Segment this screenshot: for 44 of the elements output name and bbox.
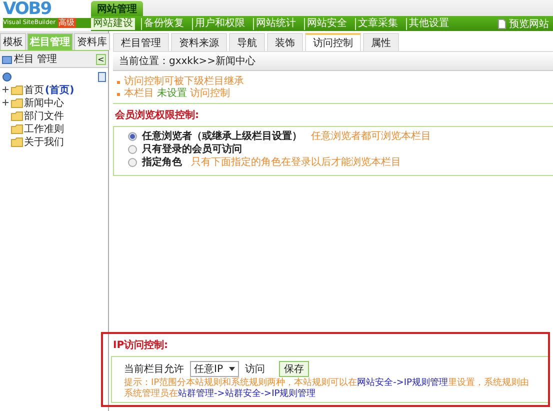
content-tab[interactable]: 资料来源 bbox=[171, 33, 227, 51]
note-text: 本栏目 未设置 访问控制 bbox=[124, 88, 231, 100]
option-label: 只有登录的会员可访问 bbox=[142, 143, 242, 156]
radio-button[interactable] bbox=[128, 145, 137, 154]
content-tab[interactable]: 属性 bbox=[363, 33, 399, 51]
content-tab[interactable]: 访问控制 bbox=[305, 33, 361, 51]
option-label: 任意浏览者（或继承上级栏目设置） bbox=[142, 130, 302, 143]
main-tab[interactable]: 网站管理 bbox=[91, 1, 143, 16]
content-tab[interactable]: 装饰 bbox=[267, 33, 303, 51]
top-menu-item[interactable]: 网站建设 bbox=[91, 18, 135, 30]
radio-button[interactable] bbox=[128, 132, 137, 141]
option-hint: 任意浏览者都可浏览本栏目 bbox=[311, 130, 431, 143]
logo-name: VOB9 bbox=[3, 0, 52, 18]
ip-dropdown[interactable]: 任意IP bbox=[190, 361, 239, 377]
save-button[interactable]: 保存 bbox=[278, 361, 309, 377]
caret-icon bbox=[228, 367, 235, 371]
option-hint: 只有下面指定的角色在登录以后才能浏览本栏目 bbox=[191, 156, 401, 169]
hint-text: 提示：IP范围分本站规则和系统规则两种，本站规则可以在网站安全->IP规则管理里设置，系统规则由系统管理员在站群管理->站群安全->IP规则管理 bbox=[124, 378, 530, 400]
tree-item[interactable]: 部门文件 bbox=[24, 108, 64, 122]
section-title: IP访问控制: bbox=[112, 338, 170, 353]
edition-badge: 高级 bbox=[58, 18, 76, 28]
hint-link[interactable]: 网站安全->IP规则管理 bbox=[357, 378, 448, 388]
hint-link[interactable]: 站群管理->站群安全->IP规则管理 bbox=[178, 389, 316, 399]
radio-button[interactable] bbox=[128, 158, 137, 167]
sidebar-tab[interactable]: 资料库 bbox=[74, 33, 110, 50]
field-label: 当前栏目允许 bbox=[124, 362, 184, 376]
content-tab[interactable]: 栏目管理 bbox=[113, 33, 169, 51]
sidebar-tab[interactable]: 模板 bbox=[0, 33, 26, 50]
section-title: 会员浏览权限控制: bbox=[114, 108, 200, 123]
tree-item[interactable]: 工作准则 bbox=[24, 122, 64, 136]
option-label: 指定角色 bbox=[142, 156, 182, 169]
breadcrumb: 当前位置：gxxkk>>新闻中心 bbox=[113, 52, 553, 71]
field-label: 访问 bbox=[244, 362, 265, 376]
expand-icon[interactable] bbox=[2, 99, 9, 106]
collapse-button[interactable]: < bbox=[96, 54, 106, 64]
tree-item[interactable]: 关于我们 bbox=[24, 134, 64, 148]
sidebar-title: 栏目 管理 bbox=[14, 52, 58, 66]
globe-icon bbox=[2, 72, 14, 82]
expand-icon[interactable] bbox=[2, 86, 9, 93]
note-text: 访问控制可被下级栏目继承 bbox=[124, 76, 245, 88]
document-icon bbox=[498, 18, 506, 28]
tree-item[interactable]: 首页(首页) bbox=[24, 82, 74, 96]
tree-item[interactable]: 新闻中心 bbox=[24, 96, 64, 110]
content-tab[interactable]: 导航 bbox=[229, 33, 265, 51]
